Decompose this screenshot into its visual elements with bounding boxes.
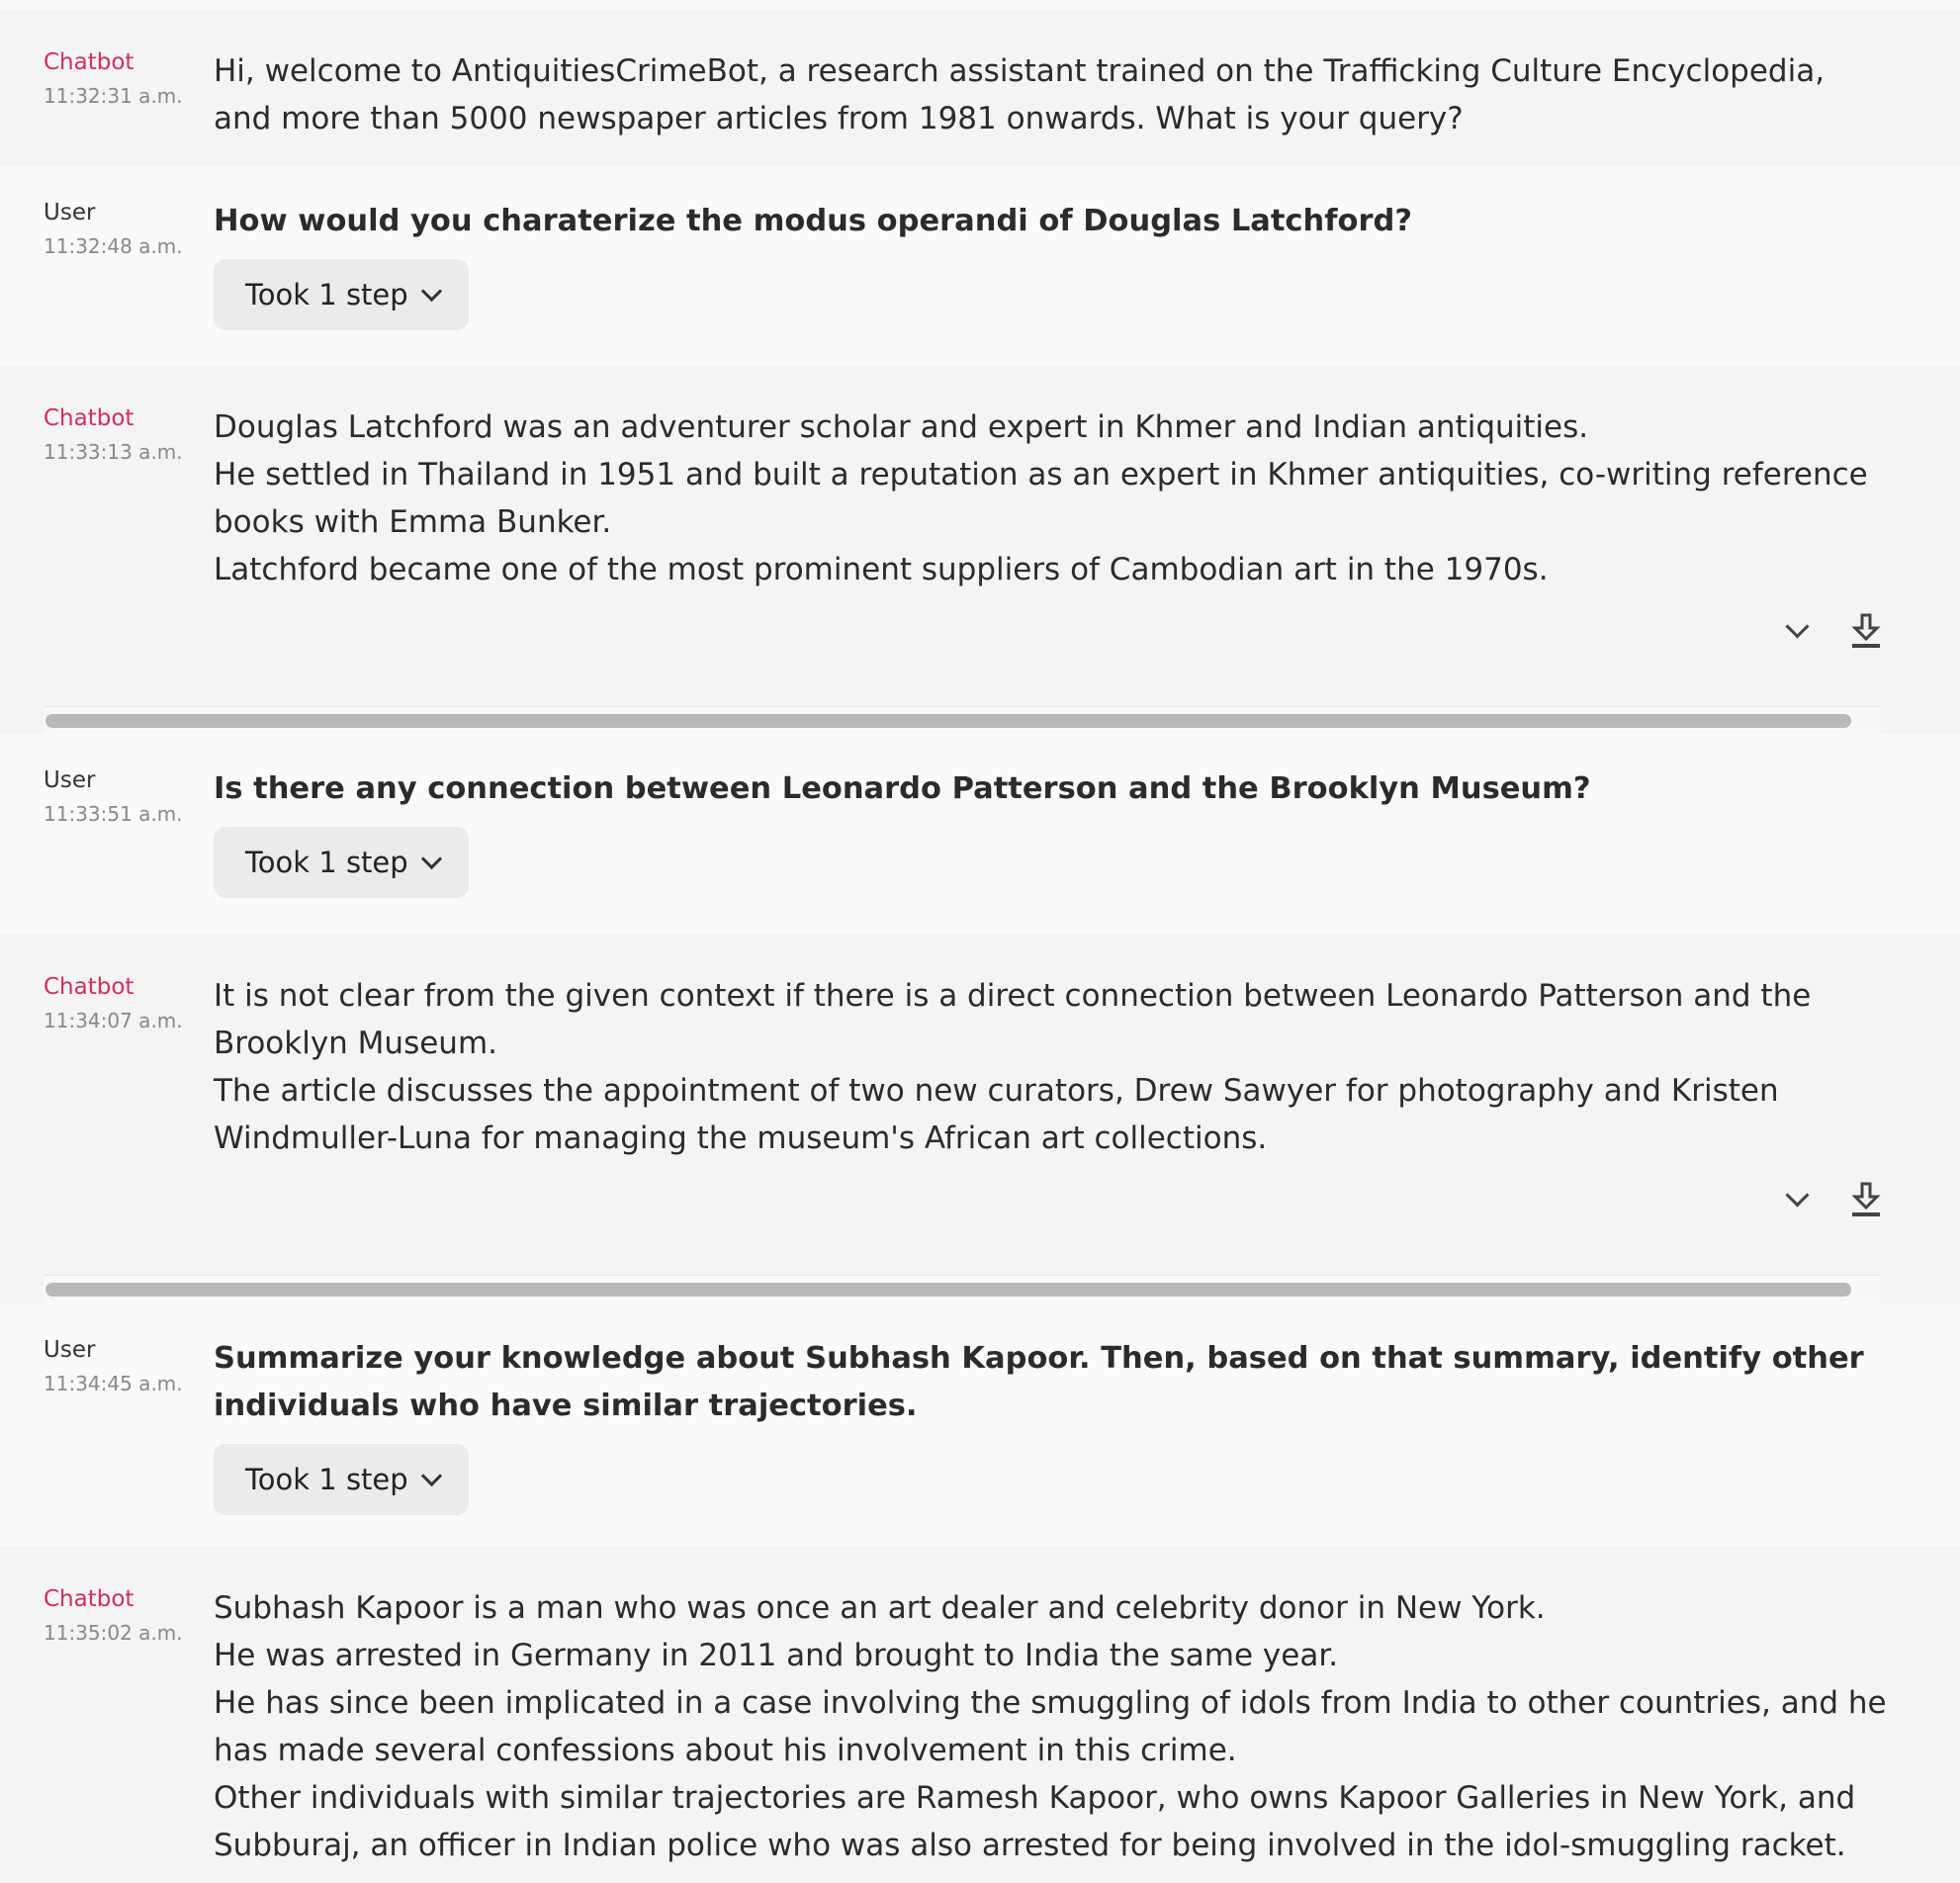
- message-line: Other individuals with similar trajector…: [214, 1780, 1856, 1863]
- message-time: 11:33:51 a.m.: [44, 802, 183, 826]
- message-time: 11:32:48 a.m.: [44, 234, 183, 258]
- took-steps-button[interactable]: Took 1 step: [214, 827, 469, 898]
- message-content: Hi, welcome to AntiquitiesCrimeBot, a re…: [214, 47, 1960, 166]
- message-line: It is not clear from the given context i…: [214, 978, 1812, 1061]
- horizontal-scrollbar[interactable]: [44, 706, 1881, 736]
- message-line: Latchford became one of the most promine…: [214, 552, 1549, 587]
- message-content: Is there any connection between Leonardo…: [214, 765, 1960, 935]
- message-role: Chatbot: [44, 405, 134, 431]
- message-actions: [1785, 1182, 1881, 1217]
- message-content: How would you charaterize the modus oper…: [214, 198, 1960, 366]
- message-meta: User 11:34:45 a.m.: [44, 1335, 214, 1547]
- message-text: How would you charaterize the modus oper…: [214, 204, 1413, 238]
- message-role: User: [44, 200, 96, 225]
- message-meta: User 11:33:51 a.m.: [44, 765, 214, 935]
- chevron-down-icon: [420, 848, 442, 869]
- message-time: 11:33:13 a.m.: [44, 440, 183, 464]
- scrollbar-thumb[interactable]: [45, 714, 1851, 728]
- message-role: Chatbot: [44, 49, 134, 75]
- chat-message-user: User 11:34:45 a.m. Summarize your knowle…: [0, 1303, 1960, 1547]
- download-icon[interactable]: [1851, 1182, 1881, 1217]
- message-meta: User 11:32:48 a.m.: [44, 198, 214, 366]
- message-text: Hi, welcome to AntiquitiesCrimeBot, a re…: [214, 53, 1826, 136]
- message-line: He settled in Thailand in 1951 and built…: [214, 457, 1868, 540]
- message-meta: Chatbot 11:33:13 a.m.: [44, 404, 214, 734]
- message-line: The article discusses the appointment of…: [214, 1073, 1779, 1156]
- message-content: Summarize your knowledge about Subhash K…: [214, 1335, 1960, 1547]
- chat-message-bot: Chatbot 11:34:07 a.m. It is not clear fr…: [0, 935, 1960, 1304]
- chat-message-bot: Chatbot 11:32:31 a.m. Hi, welcome to Ant…: [0, 10, 1960, 166]
- expand-chevron-icon[interactable]: [1785, 1182, 1810, 1208]
- chat-message-bot: Chatbot 11:35:02 a.m. Subhash Kapoor is …: [0, 1547, 1960, 1883]
- message-content: Douglas Latchford was an adventurer scho…: [214, 404, 1960, 734]
- message-meta: Chatbot 11:35:02 a.m.: [44, 1584, 214, 1883]
- message-content: Subhash Kapoor is a man who was once an …: [214, 1584, 1960, 1883]
- message-text: Is there any connection between Leonardo…: [214, 771, 1591, 806]
- chat-message-bot: Chatbot 11:33:13 a.m. Douglas Latchford …: [0, 366, 1960, 736]
- message-time: 11:34:45 a.m.: [44, 1372, 183, 1395]
- top-strip: [0, 0, 1960, 10]
- message-role: Chatbot: [44, 1586, 134, 1612]
- message-time: 11:32:31 a.m.: [44, 84, 183, 108]
- message-meta: Chatbot 11:32:31 a.m.: [44, 47, 214, 166]
- steps-label: Took 1 step: [245, 278, 408, 312]
- message-content: It is not clear from the given context i…: [214, 972, 1960, 1303]
- message-role: User: [44, 1337, 96, 1363]
- message-role: User: [44, 767, 96, 793]
- message-line: Douglas Latchford was an adventurer scho…: [214, 409, 1589, 445]
- message-line: Subhash Kapoor is a man who was once an …: [214, 1590, 1546, 1626]
- chat-message-user: User 11:32:48 a.m. How would you charate…: [0, 166, 1960, 366]
- steps-label: Took 1 step: [245, 846, 408, 879]
- message-role: Chatbot: [44, 974, 134, 1000]
- chat-message-user: User 11:33:51 a.m. Is there any connecti…: [0, 734, 1960, 935]
- message-actions: [1785, 613, 1881, 649]
- steps-label: Took 1 step: [245, 1463, 408, 1496]
- chevron-down-icon: [420, 1465, 442, 1486]
- message-meta: Chatbot 11:34:07 a.m.: [44, 972, 214, 1303]
- expand-chevron-icon[interactable]: [1785, 613, 1810, 639]
- message-line: He has since been implicated in a case i…: [214, 1685, 1887, 1768]
- took-steps-button[interactable]: Took 1 step: [214, 259, 469, 330]
- download-icon[interactable]: [1851, 613, 1881, 649]
- message-text: Summarize your knowledge about Subhash K…: [214, 1341, 1864, 1423]
- horizontal-scrollbar[interactable]: [44, 1275, 1881, 1304]
- took-steps-button[interactable]: Took 1 step: [214, 1444, 469, 1515]
- scrollbar-thumb[interactable]: [45, 1283, 1851, 1297]
- message-time: 11:35:02 a.m.: [44, 1621, 183, 1645]
- message-time: 11:34:07 a.m.: [44, 1009, 183, 1032]
- chevron-down-icon: [420, 280, 442, 302]
- message-line: He was arrested in Germany in 2011 and b…: [214, 1638, 1339, 1673]
